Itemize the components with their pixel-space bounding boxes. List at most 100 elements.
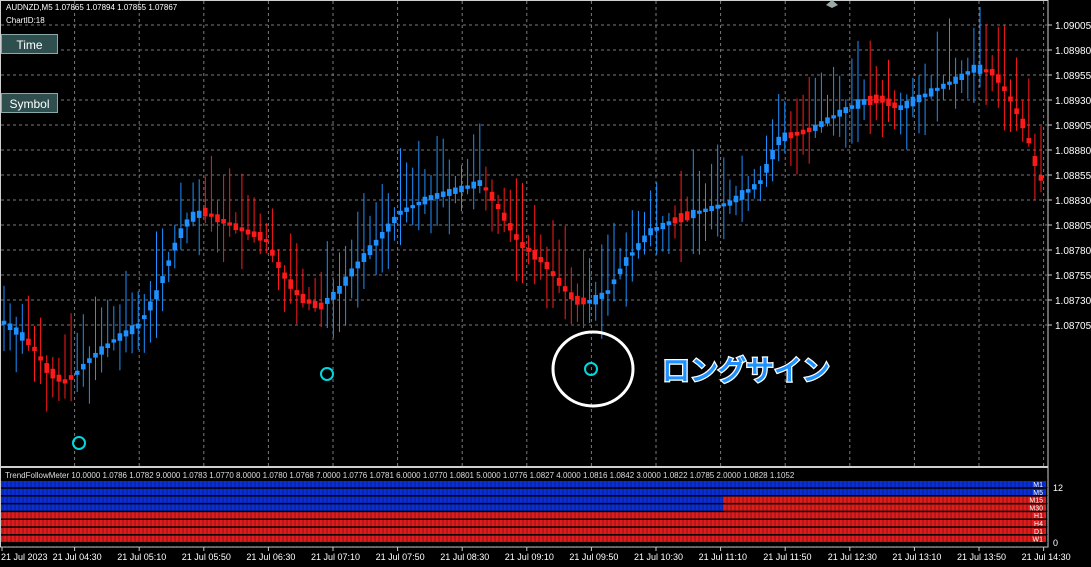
candle-body [770, 150, 775, 160]
candle-body [20, 332, 25, 341]
candle-body [477, 180, 483, 186]
price-label: 1.08880 [1055, 146, 1091, 157]
candle-body [331, 292, 336, 300]
candle-body [300, 293, 306, 304]
candle-body [898, 105, 903, 110]
candle-body [379, 231, 385, 239]
meter-timeframe-label: H1 [1034, 513, 1043, 520]
candle-body [111, 339, 117, 343]
candle-body [800, 129, 806, 135]
candle-body [453, 187, 458, 194]
candle-body [556, 277, 562, 286]
candle-body [117, 333, 123, 341]
candle-body [13, 327, 19, 335]
candle-body [68, 375, 74, 380]
candle-body [709, 205, 714, 212]
candle-body [172, 242, 178, 251]
candle-body [788, 132, 794, 139]
candle-body [684, 211, 690, 221]
candle-body [678, 213, 684, 223]
candle-body [87, 358, 92, 363]
time-label: 21 Jul 05:50 [182, 552, 231, 562]
candle-body [892, 102, 897, 109]
meter-scale-max: 12 [1053, 483, 1063, 493]
candle-body [813, 124, 818, 131]
chart-window[interactable]: 1.09005 1.08980 1.08955 1.08930 1.08905 1.088… [0, 0, 1091, 567]
candle-body [50, 368, 56, 379]
candle-body [623, 257, 629, 266]
time-label: 21 Jul 04:30 [53, 552, 102, 562]
candle-body [880, 95, 885, 103]
candle-body [605, 290, 611, 294]
candle-body [465, 185, 470, 189]
symbol-button[interactable]: Symbol [1, 93, 58, 113]
candle-body [514, 234, 519, 240]
candle-body [166, 260, 171, 266]
candle-body [178, 228, 184, 239]
candle-body [160, 276, 165, 284]
candle-body [282, 272, 287, 279]
price-label: 1.08905 [1055, 121, 1091, 132]
candle-body [733, 195, 739, 203]
main-plot-frame [0, 0, 1049, 467]
candle-body [544, 261, 550, 270]
candle-body [215, 214, 220, 223]
candle-body [776, 136, 781, 146]
candle-body [367, 245, 373, 256]
candle-body [7, 323, 13, 331]
candle-body [276, 262, 281, 268]
candle-body [904, 100, 910, 109]
time-label: 21 Jul 09:10 [505, 552, 554, 562]
price-label: 1.08955 [1055, 71, 1091, 82]
candle-body [977, 64, 983, 74]
candle-body [93, 352, 98, 358]
candle-body [996, 74, 1001, 83]
candle-body [520, 242, 525, 248]
time-label: 21 Jul 12:30 [828, 552, 877, 562]
candle-body [264, 239, 269, 243]
candle-body [983, 69, 989, 73]
candle-body [196, 210, 202, 218]
candle-body [526, 247, 531, 252]
time-button[interactable]: Time [1, 34, 58, 54]
candle-body [154, 290, 159, 300]
candle-body [922, 93, 928, 98]
candle-body [550, 271, 556, 277]
signal-circle [320, 367, 334, 381]
candle-body [129, 325, 135, 335]
time-label: 21 Jul 10:30 [634, 552, 683, 562]
candle-body [630, 252, 635, 256]
candle-body [697, 210, 702, 214]
candle-body [355, 261, 361, 269]
candle-body [318, 302, 324, 310]
meter-timeframe-label: M5 [1033, 490, 1043, 497]
candle-body [837, 109, 842, 117]
candle-body [221, 218, 226, 224]
candle-body [56, 374, 62, 382]
candle-body [874, 94, 879, 104]
time-label: 21 Jul 14:30 [1022, 552, 1071, 562]
candle-body [532, 249, 537, 260]
candle-body [825, 117, 830, 124]
candle-body [373, 239, 379, 246]
meter-timeframe-label: M30 [1029, 505, 1043, 512]
price-chart[interactable]: 1.09005 1.08980 1.08955 1.08930 1.08905 1.088… [0, 0, 1091, 567]
candle-body [349, 268, 354, 277]
candle-body [294, 290, 300, 295]
meter-timeframe-label: W1 [1033, 537, 1044, 544]
candle-body [855, 99, 861, 109]
candle-body [361, 253, 367, 262]
candle-body [471, 181, 476, 189]
candle-body [666, 221, 672, 226]
candle-body [416, 201, 422, 206]
candle-body [715, 204, 720, 209]
candle-body [660, 222, 666, 230]
candle-body [227, 222, 232, 226]
candle-body [587, 299, 592, 304]
candle-body [727, 200, 733, 206]
candle-body [203, 207, 208, 217]
candle-body [233, 223, 239, 231]
candle-body [99, 346, 104, 355]
candle-body [1008, 96, 1013, 102]
candle-body [270, 249, 275, 256]
